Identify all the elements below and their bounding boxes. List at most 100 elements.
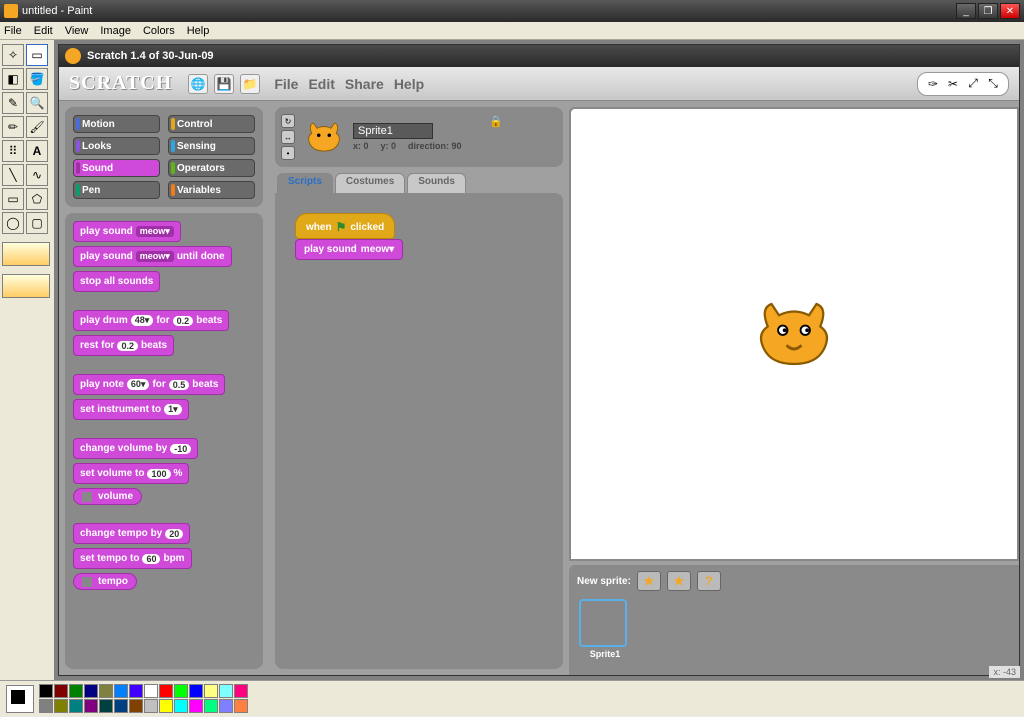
menu-edit[interactable]: Edit: [34, 25, 53, 37]
color-swatch[interactable]: [84, 684, 98, 698]
color-swatch[interactable]: [234, 684, 248, 698]
minimize-button[interactable]: _: [956, 3, 976, 19]
hat-when-flag[interactable]: when⚑clicked: [295, 213, 395, 239]
color-swatch[interactable]: [99, 699, 113, 713]
freeform-select-tool[interactable]: ✧: [2, 44, 24, 66]
block-volume-reporter[interactable]: volume: [73, 488, 142, 505]
text-tool[interactable]: A: [26, 140, 48, 162]
rect-select-tool[interactable]: ▭: [26, 44, 48, 66]
line-tool[interactable]: ╲: [2, 164, 24, 186]
menu-image[interactable]: Image: [100, 25, 131, 37]
tab-sounds[interactable]: Sounds: [407, 173, 466, 193]
category-sound[interactable]: Sound: [73, 159, 160, 177]
color-swatch[interactable]: [159, 684, 173, 698]
color-swatch[interactable]: [39, 699, 53, 713]
tab-costumes[interactable]: Costumes: [335, 173, 405, 193]
smenu-help[interactable]: Help: [394, 76, 424, 92]
block-stop-sounds[interactable]: stop all sounds: [73, 271, 160, 292]
eyedropper-tool[interactable]: ✎: [2, 92, 24, 114]
menu-view[interactable]: View: [65, 25, 89, 37]
maximize-button[interactable]: ❐: [978, 3, 998, 19]
category-motion[interactable]: Motion: [73, 115, 160, 133]
color-swatch[interactable]: [204, 684, 218, 698]
grow-icon[interactable]: ⤢: [964, 75, 982, 93]
color-swatch[interactable]: [84, 699, 98, 713]
tab-scripts[interactable]: Scripts: [277, 173, 333, 193]
paint-sprite-icon[interactable]: ★: [637, 571, 661, 591]
folder-icon[interactable]: 📁: [240, 74, 260, 94]
color-swatch[interactable]: [129, 684, 143, 698]
color-swatch[interactable]: [129, 699, 143, 713]
shrink-icon[interactable]: ⤡: [984, 75, 1002, 93]
fill-tool[interactable]: 🪣: [26, 68, 48, 90]
smenu-edit[interactable]: Edit: [308, 76, 334, 92]
color-swatch[interactable]: [189, 699, 203, 713]
select-transparent-option[interactable]: [2, 274, 50, 298]
color-swatch[interactable]: [39, 684, 53, 698]
block-play-sound-done[interactable]: play soundmeow▾until done: [73, 246, 232, 267]
color-swatch[interactable]: [69, 684, 83, 698]
language-icon[interactable]: 🌐: [188, 74, 208, 94]
spray-tool[interactable]: ⠿: [2, 140, 24, 162]
pencil-tool[interactable]: ✏: [2, 116, 24, 138]
category-variables[interactable]: Variables: [168, 181, 255, 199]
stamp-icon[interactable]: ✑: [924, 75, 942, 93]
smenu-share[interactable]: Share: [345, 76, 384, 92]
menu-help[interactable]: Help: [187, 25, 210, 37]
block-play-drum[interactable]: play drum48▾for0.2beats: [73, 310, 229, 331]
color-swatch[interactable]: [234, 699, 248, 713]
color-swatch[interactable]: [114, 684, 128, 698]
close-button[interactable]: ✕: [1000, 3, 1020, 19]
block-play-note[interactable]: play note60▾for0.5beats: [73, 374, 225, 395]
block-set-tempo[interactable]: set tempo to60bpm: [73, 548, 192, 569]
magnify-tool[interactable]: 🔍: [26, 92, 48, 114]
block-set-volume[interactable]: set volume to100%: [73, 463, 189, 484]
choose-sprite-icon[interactable]: ★: [667, 571, 691, 591]
menu-file[interactable]: File: [4, 25, 22, 37]
stage-cat-sprite[interactable]: [749, 289, 839, 379]
checkbox-icon[interactable]: [82, 492, 92, 502]
color-swatch[interactable]: [114, 699, 128, 713]
block-play-sound[interactable]: play soundmeow▾: [73, 221, 181, 242]
category-operators[interactable]: Operators: [168, 159, 255, 177]
cut-icon[interactable]: ✂: [944, 75, 962, 93]
rotate-none-icon[interactable]: •: [281, 146, 295, 160]
rectangle-tool[interactable]: ▭: [2, 188, 24, 210]
category-control[interactable]: Control: [168, 115, 255, 133]
color-swatch[interactable]: [159, 699, 173, 713]
checkbox-icon[interactable]: [82, 577, 92, 587]
block-change-tempo[interactable]: change tempo by20: [73, 523, 190, 544]
sprite-list-item[interactable]: Sprite1: [579, 599, 631, 659]
smenu-file[interactable]: File: [274, 76, 298, 92]
color-swatch[interactable]: [144, 699, 158, 713]
color-swatch[interactable]: [69, 699, 83, 713]
color-swatch[interactable]: [174, 684, 188, 698]
brush-tool[interactable]: 🖌: [26, 116, 48, 138]
script-area[interactable]: when⚑clicked play soundmeow▾: [275, 193, 563, 669]
color-swatch[interactable]: [54, 699, 68, 713]
block-set-instrument[interactable]: set instrument to1▾: [73, 399, 189, 420]
color-swatch[interactable]: [144, 684, 158, 698]
rotate-flip-icon[interactable]: ↔: [281, 130, 295, 144]
curve-tool[interactable]: ∿: [26, 164, 48, 186]
ellipse-tool[interactable]: ◯: [2, 212, 24, 234]
color-swatch[interactable]: [204, 699, 218, 713]
color-swatch[interactable]: [189, 684, 203, 698]
script-play-sound[interactable]: play soundmeow▾: [295, 239, 403, 260]
menu-colors[interactable]: Colors: [143, 25, 175, 37]
select-opaque-option[interactable]: [2, 242, 50, 266]
block-rest[interactable]: rest for0.2beats: [73, 335, 174, 356]
category-pen[interactable]: Pen: [73, 181, 160, 199]
polygon-tool[interactable]: ⬠: [26, 188, 48, 210]
block-tempo-reporter[interactable]: tempo: [73, 573, 137, 590]
color-swatch[interactable]: [99, 684, 113, 698]
color-swatch[interactable]: [219, 699, 233, 713]
category-looks[interactable]: Looks: [73, 137, 160, 155]
block-change-volume[interactable]: change volume by-10: [73, 438, 198, 459]
category-sensing[interactable]: Sensing: [168, 137, 255, 155]
current-colors[interactable]: [6, 685, 34, 713]
rotate-free-icon[interactable]: ↻: [281, 114, 295, 128]
lock-icon[interactable]: 🔒: [489, 115, 503, 128]
color-swatch[interactable]: [54, 684, 68, 698]
color-swatch[interactable]: [219, 684, 233, 698]
